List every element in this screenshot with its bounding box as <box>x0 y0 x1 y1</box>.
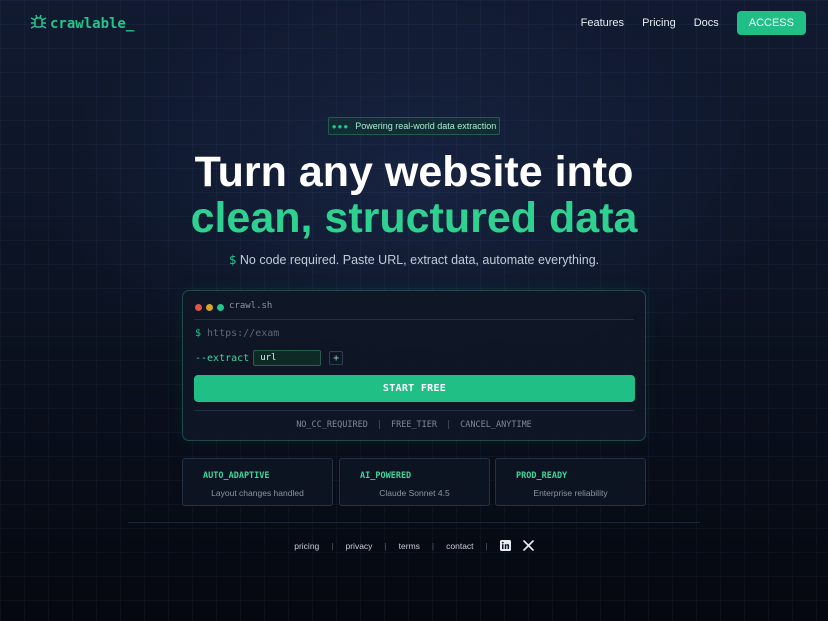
feature-desc: Layout changes handled <box>211 488 304 498</box>
window-controls <box>195 304 224 311</box>
extract-label: --extract <box>195 352 250 364</box>
feature-title: AI_POWERED <box>360 471 412 481</box>
feature-desc: Enterprise reliability <box>533 488 608 498</box>
divider <box>194 410 634 411</box>
hero-title-line1: Turn any website into <box>194 148 634 196</box>
nav-docs[interactable]: Docs <box>694 17 719 29</box>
url-row: $ <box>195 328 508 339</box>
feature-card-ai-powered: AI_POWERED Claude Sonnet 4.5 <box>339 458 490 506</box>
perks-row: NO_CC_REQUIRED | FREE_TIER | CANCEL_ANYT… <box>183 420 645 430</box>
separator: | <box>376 420 382 430</box>
feature-desc: Claude Sonnet 4.5 <box>379 488 450 498</box>
url-prompt: $ <box>195 328 202 339</box>
add-field-button[interactable]: + <box>329 351 344 365</box>
footer-link-terms[interactable]: terms <box>399 541 420 551</box>
nav-features[interactable]: Features <box>581 17 624 29</box>
footer-link-contact[interactable]: contact <box>446 541 473 551</box>
top-nav: Features Pricing Docs ACCESS <box>581 11 806 35</box>
dots-icon: ●●● <box>331 121 350 131</box>
separator: | <box>485 540 488 551</box>
extract-row: --extract url + <box>195 350 344 366</box>
close-dot-icon <box>195 304 202 311</box>
footer-divider <box>128 522 700 523</box>
divider <box>194 319 634 320</box>
subtitle-prompt: $ <box>228 252 237 267</box>
feature-title: AUTO_ADAPTIVE <box>203 471 270 481</box>
brand-logo[interactable]: crawlable_ <box>30 14 134 34</box>
feature-title: PROD_READY <box>516 471 568 481</box>
start-free-button[interactable]: START FREE <box>194 375 635 402</box>
extract-field-input[interactable]: url <box>253 350 322 366</box>
feature-card-prod-ready: PROD_READY Enterprise reliability <box>495 458 646 506</box>
perk-no-cc: NO_CC_REQUIRED <box>296 420 368 430</box>
separator: | <box>446 420 452 430</box>
access-button[interactable]: ACCESS <box>736 11 806 35</box>
separator: | <box>431 540 435 551</box>
bug-icon <box>30 14 47 34</box>
perk-cancel-anytime: CANCEL_ANYTIME <box>460 420 532 430</box>
url-input[interactable] <box>207 328 508 339</box>
separator: | <box>384 540 387 551</box>
footer-nav: pricing | privacy | terms | contact | <box>0 540 828 551</box>
footer-link-pricing[interactable]: pricing <box>294 541 319 551</box>
brand-name: crawlable_ <box>50 16 135 32</box>
terminal-title: crawl.sh <box>229 301 273 311</box>
subtitle-text: No code required. Paste URL, extract dat… <box>239 253 600 267</box>
feature-card-auto-adaptive: AUTO_ADAPTIVE Layout changes handled <box>182 458 333 506</box>
hero-badge-text: Powering real-world data extraction <box>355 121 497 131</box>
hero-subtitle: $ No code required. Paste URL, extract d… <box>0 252 828 267</box>
x-icon[interactable] <box>522 540 534 551</box>
hero-badge: ●●● Powering real-world data extraction <box>328 117 500 135</box>
perk-free-tier: FREE_TIER <box>390 420 438 430</box>
nav-pricing[interactable]: Pricing <box>642 17 676 29</box>
minimize-dot-icon <box>206 304 213 311</box>
footer-link-privacy[interactable]: privacy <box>346 541 373 551</box>
maximize-dot-icon <box>217 304 224 311</box>
separator: | <box>331 540 334 551</box>
linkedin-icon[interactable] <box>499 540 511 551</box>
crawl-terminal: crawl.sh $ --extract url + START FREE NO… <box>182 290 646 441</box>
hero-title-line2: clean, structured data <box>190 194 638 242</box>
